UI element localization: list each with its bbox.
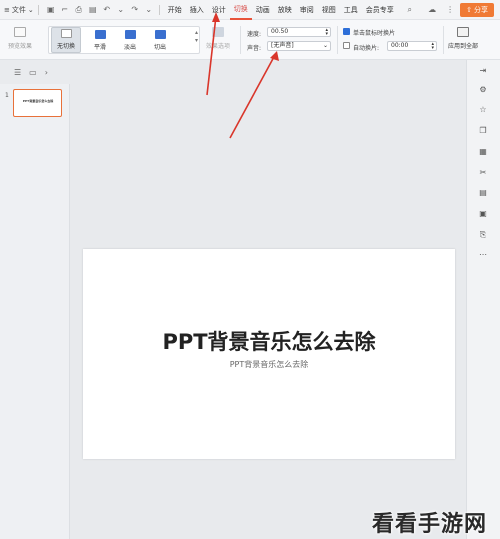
undo-dropdown-icon[interactable]: ⌄ [115,4,127,16]
slide-number: 1 [5,92,9,99]
redo-dropdown-icon[interactable]: ⌄ [143,4,155,16]
hamburger-icon: ≡ [4,5,10,14]
share-icon: ⇧ [466,5,472,14]
stepper-icon: ▴ ▾ [325,27,328,37]
copy-icon[interactable]: ❐ [478,126,488,136]
tab-design[interactable]: 设计 [208,0,230,20]
slide-library-icon[interactable]: ▤ [478,188,488,198]
apply-to-all-button[interactable]: 应用到全部 [448,27,478,50]
preview-icon [14,27,26,37]
click-advance-checkbox[interactable] [343,28,350,35]
file-menu-label: 文件 [11,5,26,14]
panel-toolbar: ☰ ▭ › [0,60,70,84]
print-preview-icon[interactable]: ▤ [87,4,99,16]
chevron-right-icon[interactable]: › [45,68,48,77]
transition-gallery: 无切换 平滑 淡出 切出 ▴ ▾ [48,26,200,54]
auto-advance-label: 自动换片: [353,45,380,52]
chevron-down-icon: ⌄ [27,5,34,14]
gallery-scroll[interactable]: ▴ ▾ [195,29,198,45]
effect-label: 无切换 [56,43,75,50]
tab-tools[interactable]: 工具 [340,0,362,20]
tab-home[interactable]: 开始 [164,0,186,20]
effect-options-icon [212,27,224,37]
effect-options-button[interactable]: 效果选项 [206,27,230,50]
auto-advance-value: 00:00 [391,42,409,49]
right-sidebar: ⇥ ⚙ ☆ ❐ ▦ ✂ ▤ ▣ ⎘ ⋯ [466,60,500,539]
outline-view-icon[interactable]: ☰ [14,68,21,77]
chevron-down-icon: ⌄ [322,42,328,49]
divider [443,26,444,54]
speed-value: 00.50 [271,28,289,35]
tab-transitions[interactable]: 切换 [229,0,252,20]
effect-options-label: 效果选项 [206,43,231,50]
format-painter-icon[interactable]: ⌐ [59,4,71,16]
tab-view[interactable]: 视图 [318,0,340,20]
none-effect-icon [60,29,72,38]
effect-label: 平滑 [93,44,106,51]
collapse-icon[interactable]: ⇥ [478,66,488,76]
menu-bar: ≡ 文件 ⌄ ▣ ⌐ ⎙ ▤ ↶ ⌄ ↷ ⌄ 开始 插入 设计 切换 动画 放映… [0,0,500,20]
tab-insert[interactable]: 插入 [186,0,208,20]
undo-icon[interactable]: ↶ [101,4,113,16]
share-label: 分享 [474,5,488,14]
image-icon[interactable]: ▣ [478,209,488,219]
tab-animations[interactable]: 动画 [252,0,274,20]
save-icon[interactable]: ▣ [45,4,57,16]
cloud-icon[interactable]: ☁ [426,4,438,16]
auto-advance-checkbox[interactable] [343,42,350,49]
sound-label: 声音: [247,45,262,52]
effect-fade[interactable]: 淡出 [115,27,145,53]
effect-cut[interactable]: 切出 [145,27,175,53]
share-icon[interactable]: ⎘ [478,230,488,240]
divider [240,26,241,54]
ribbon-transitions: 预览效果 无切换 平滑 淡出 切出 ▴ ▾ 效果选项 速度: 00.50 ▴ ▾ 声… [0,20,500,60]
watermark: 看看手游网 [372,512,488,537]
effect-label: 淡出 [123,44,136,51]
auto-advance-input[interactable]: 00:00 ▴ ▾ [387,41,437,51]
divider [337,26,338,54]
preview-label: 预览效果 [8,43,33,50]
apply-all-icon [457,27,469,37]
sound-select[interactable]: [无声音] ⌄ [267,41,331,51]
preview-effect-button[interactable]: 预览效果 [8,27,32,50]
adjust-icon[interactable]: ⚙ [478,85,488,95]
effect-smooth[interactable]: 平滑 [85,27,115,53]
print-icon[interactable]: ⎙ [73,4,85,16]
tab-slideshow[interactable]: 放映 [274,0,296,20]
slide-canvas: PPT背景音乐怎么去除 PPT背景音乐怎么去除 [70,60,466,539]
divider [158,4,160,15]
slide-thumbnail-panel: 1 PPT背景音乐怎么去除 [0,84,70,539]
speed-label: 速度: [247,31,262,38]
more-icon[interactable]: ⋮ [444,4,456,16]
star-icon[interactable]: ☆ [478,105,488,115]
redo-icon[interactable]: ↷ [129,4,141,16]
slide-thumbnail[interactable]: PPT背景音乐怎么去除 [13,89,62,117]
tab-review[interactable]: 审阅 [296,0,318,20]
slide[interactable]: PPT背景音乐怎么去除 PPT背景音乐怎么去除 [83,249,455,459]
stepper-icon: ▴ ▾ [431,41,434,51]
tools-icon[interactable]: ✂ [478,168,488,178]
search-icon[interactable]: ⌕ [404,4,416,16]
share-button[interactable]: ⇧ 分享 [460,2,494,17]
template-icon[interactable]: ▦ [478,147,488,157]
effect-none[interactable]: 无切换 [51,27,81,53]
divider [37,4,39,15]
cut-effect-icon [154,30,166,39]
fade-effect-icon [124,30,136,39]
sound-value: [无声音] [271,42,294,49]
slide-view-icon[interactable]: ▭ [29,68,37,77]
thumbnail-title: PPT背景音乐怎么去除 [22,99,54,103]
speed-input[interactable]: 00.50 ▴ ▾ [267,27,331,37]
more-icon[interactable]: ⋯ [478,250,488,260]
file-menu[interactable]: ≡ 文件 ⌄ [4,5,34,15]
effect-label: 切出 [153,44,166,51]
slide-title[interactable]: PPT背景音乐怎么去除 [83,326,455,356]
slide-subtitle[interactable]: PPT背景音乐怎么去除 [83,359,455,370]
tab-member[interactable]: 会员专享 [362,0,398,20]
smooth-effect-icon [94,30,106,39]
click-advance-label: 单击鼠标时换片 [353,30,396,37]
apply-all-label: 应用到全部 [448,43,479,50]
